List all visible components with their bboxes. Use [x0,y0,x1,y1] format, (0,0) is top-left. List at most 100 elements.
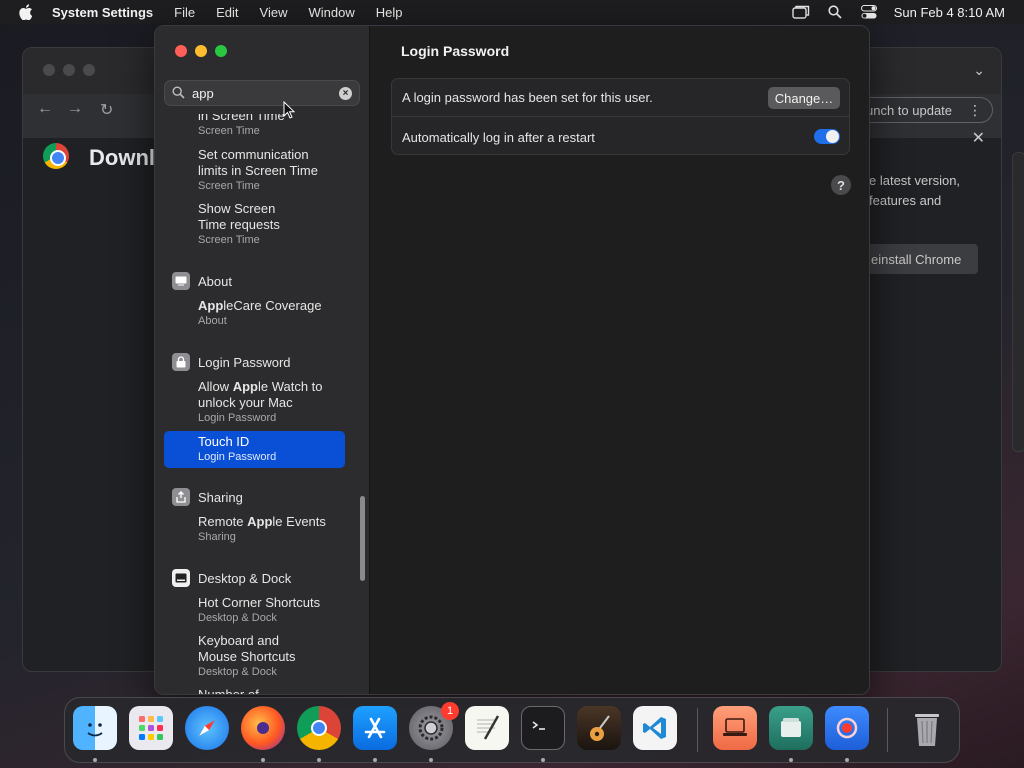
result-subtitle: Screen Time [198,125,260,137]
section-login-password: Login Password [172,352,291,372]
auto-login-toggle[interactable] [814,129,840,144]
menu-file[interactable]: File [174,5,195,20]
control-center-icon[interactable] [860,5,878,19]
search-field[interactable]: × [164,80,360,106]
reload-icon[interactable]: ↻ [100,100,113,120]
result-title-line2: Mouse Shortcuts [198,649,296,664]
dim-minimize-button[interactable] [63,64,75,76]
menu-view[interactable]: View [260,5,288,20]
garageband-icon[interactable] [577,706,621,750]
app-store-icon[interactable] [353,706,397,750]
tab-list-chevron-icon[interactable]: ⌄ [973,62,985,79]
result-item-screen-time-requests[interactable]: Show Screen Time requests Screen Time [164,201,345,247]
desktop-dock-icon [172,569,190,587]
mouse-pointer-icon [283,100,296,119]
page-title: Downl [89,145,155,170]
result-title-rest: le Events [272,514,326,529]
section-desktop-dock-label: Desktop & Dock [198,570,292,586]
result-title: Number of [198,687,259,695]
result-item-apple-watch-unlock[interactable]: Allow Apple Watch to unlock your Mac Log… [164,379,345,425]
menu-window[interactable]: Window [308,5,354,20]
apple-menu-icon[interactable] [18,4,34,20]
vscode-icon[interactable] [633,706,677,750]
match-highlight: App [247,514,273,529]
section-about: About [172,271,232,291]
remote-desktop-icon[interactable] [713,706,757,750]
section-about-label: About [198,273,232,289]
result-title: Hot Corner Shortcuts [198,595,321,610]
running-indicator [373,758,377,762]
running-indicator [317,758,321,762]
result-subtitle: Desktop & Dock [198,612,277,624]
running-indicator [541,758,545,762]
more-menu-icon[interactable]: ⋮ [968,102,982,119]
textedit-icon[interactable] [465,706,509,750]
reinstall-chrome-button[interactable]: einstall Chrome [863,244,978,274]
change-password-button[interactable]: Change… [768,87,840,109]
dock-separator [887,708,888,752]
close-banner-icon[interactable]: ✕ [972,128,985,148]
result-item-number-of-partial[interactable]: Number of [164,687,345,695]
result-subtitle: Sharing [198,531,236,543]
spotlight-search-icon[interactable] [826,5,844,19]
result-title-line2: unlock your Mac [198,395,293,410]
relaunch-update-label: unch to update [866,102,953,118]
system-settings-icon[interactable]: 1 [409,702,459,750]
dim-close-button[interactable] [43,64,55,76]
match-highlight: App [198,298,224,313]
safari-icon[interactable] [185,706,229,750]
dim-zoom-button[interactable] [83,64,95,76]
settings-content-pane: Login Password A login password has been… [371,26,869,694]
close-button[interactable] [175,45,187,57]
update-message-line1: e latest version, [869,173,961,188]
menu-help[interactable]: Help [376,5,403,20]
menu-clock[interactable]: Sun Feb 4 8:10 AM [894,5,1005,20]
forward-arrow-icon[interactable]: → [67,100,83,118]
clear-search-icon[interactable]: × [339,87,352,100]
search-input[interactable] [192,85,332,101]
result-item-applecare[interactable]: AppleCare Coverage About [164,298,345,328]
help-button[interactable]: ? [831,175,851,195]
terminal-icon[interactable] [521,706,565,750]
running-indicator [261,758,265,762]
result-title-line1: Allow Apple Watch to [198,379,345,395]
result-title-line2: limits in Screen Time [198,163,318,178]
result-item-hot-corners[interactable]: Hot Corner Shortcuts Desktop & Dock [164,595,345,625]
sharing-icon [172,488,190,506]
firefox-icon[interactable] [241,706,285,750]
result-title-rest: leCare Coverage [223,298,322,313]
result-item-remote-apple-events[interactable]: Remote Apple Events Sharing [164,514,345,544]
window-switcher-icon[interactable] [792,5,810,19]
menu-app-name[interactable]: System Settings [52,5,153,20]
chrome-icon[interactable] [297,706,341,750]
result-title: Touch ID [198,434,250,449]
screen-recorder-icon[interactable] [825,706,869,750]
system-settings-window[interactable]: × in Screen Time Screen Time Set communi… [154,25,870,695]
menu-edit[interactable]: Edit [216,5,238,20]
result-subtitle: Login Password [198,451,277,463]
toggle-knob [826,130,839,143]
finder-icon[interactable] [73,706,117,750]
sidebar-scrollbar[interactable] [360,496,365,581]
files-icon[interactable] [769,706,813,750]
running-indicator [429,758,433,762]
back-arrow-icon[interactable]: ← [37,100,53,118]
result-item-communication-limits[interactable]: Set communication limits in Screen Time … [164,147,345,193]
result-title-line2: Time requests [198,217,280,232]
result-subtitle: Screen Time [198,180,260,192]
result-item-touch-id[interactable]: Touch ID Login Password [164,431,345,468]
about-icon [172,272,190,290]
running-indicator [789,758,793,762]
login-password-group: A login password has been set for this u… [391,78,850,155]
result-item-screen-time-partial[interactable]: in Screen Time Screen Time [164,114,345,138]
zoom-button[interactable] [215,45,227,57]
launchpad-icon[interactable] [129,706,173,750]
chrome-logo-icon [43,143,69,169]
search-results-list: in Screen Time Screen Time Set communica… [155,114,370,695]
settings-sidebar: × in Screen Time Screen Time Set communi… [155,26,370,695]
result-item-keyboard-mouse-shortcuts[interactable]: Keyboard and Mouse Shortcuts Desktop & D… [164,633,345,679]
minimize-button[interactable] [195,45,207,57]
trash-icon[interactable] [905,706,949,750]
result-title-pre: Remote [198,514,248,529]
section-desktop-dock: Desktop & Dock [172,568,291,588]
